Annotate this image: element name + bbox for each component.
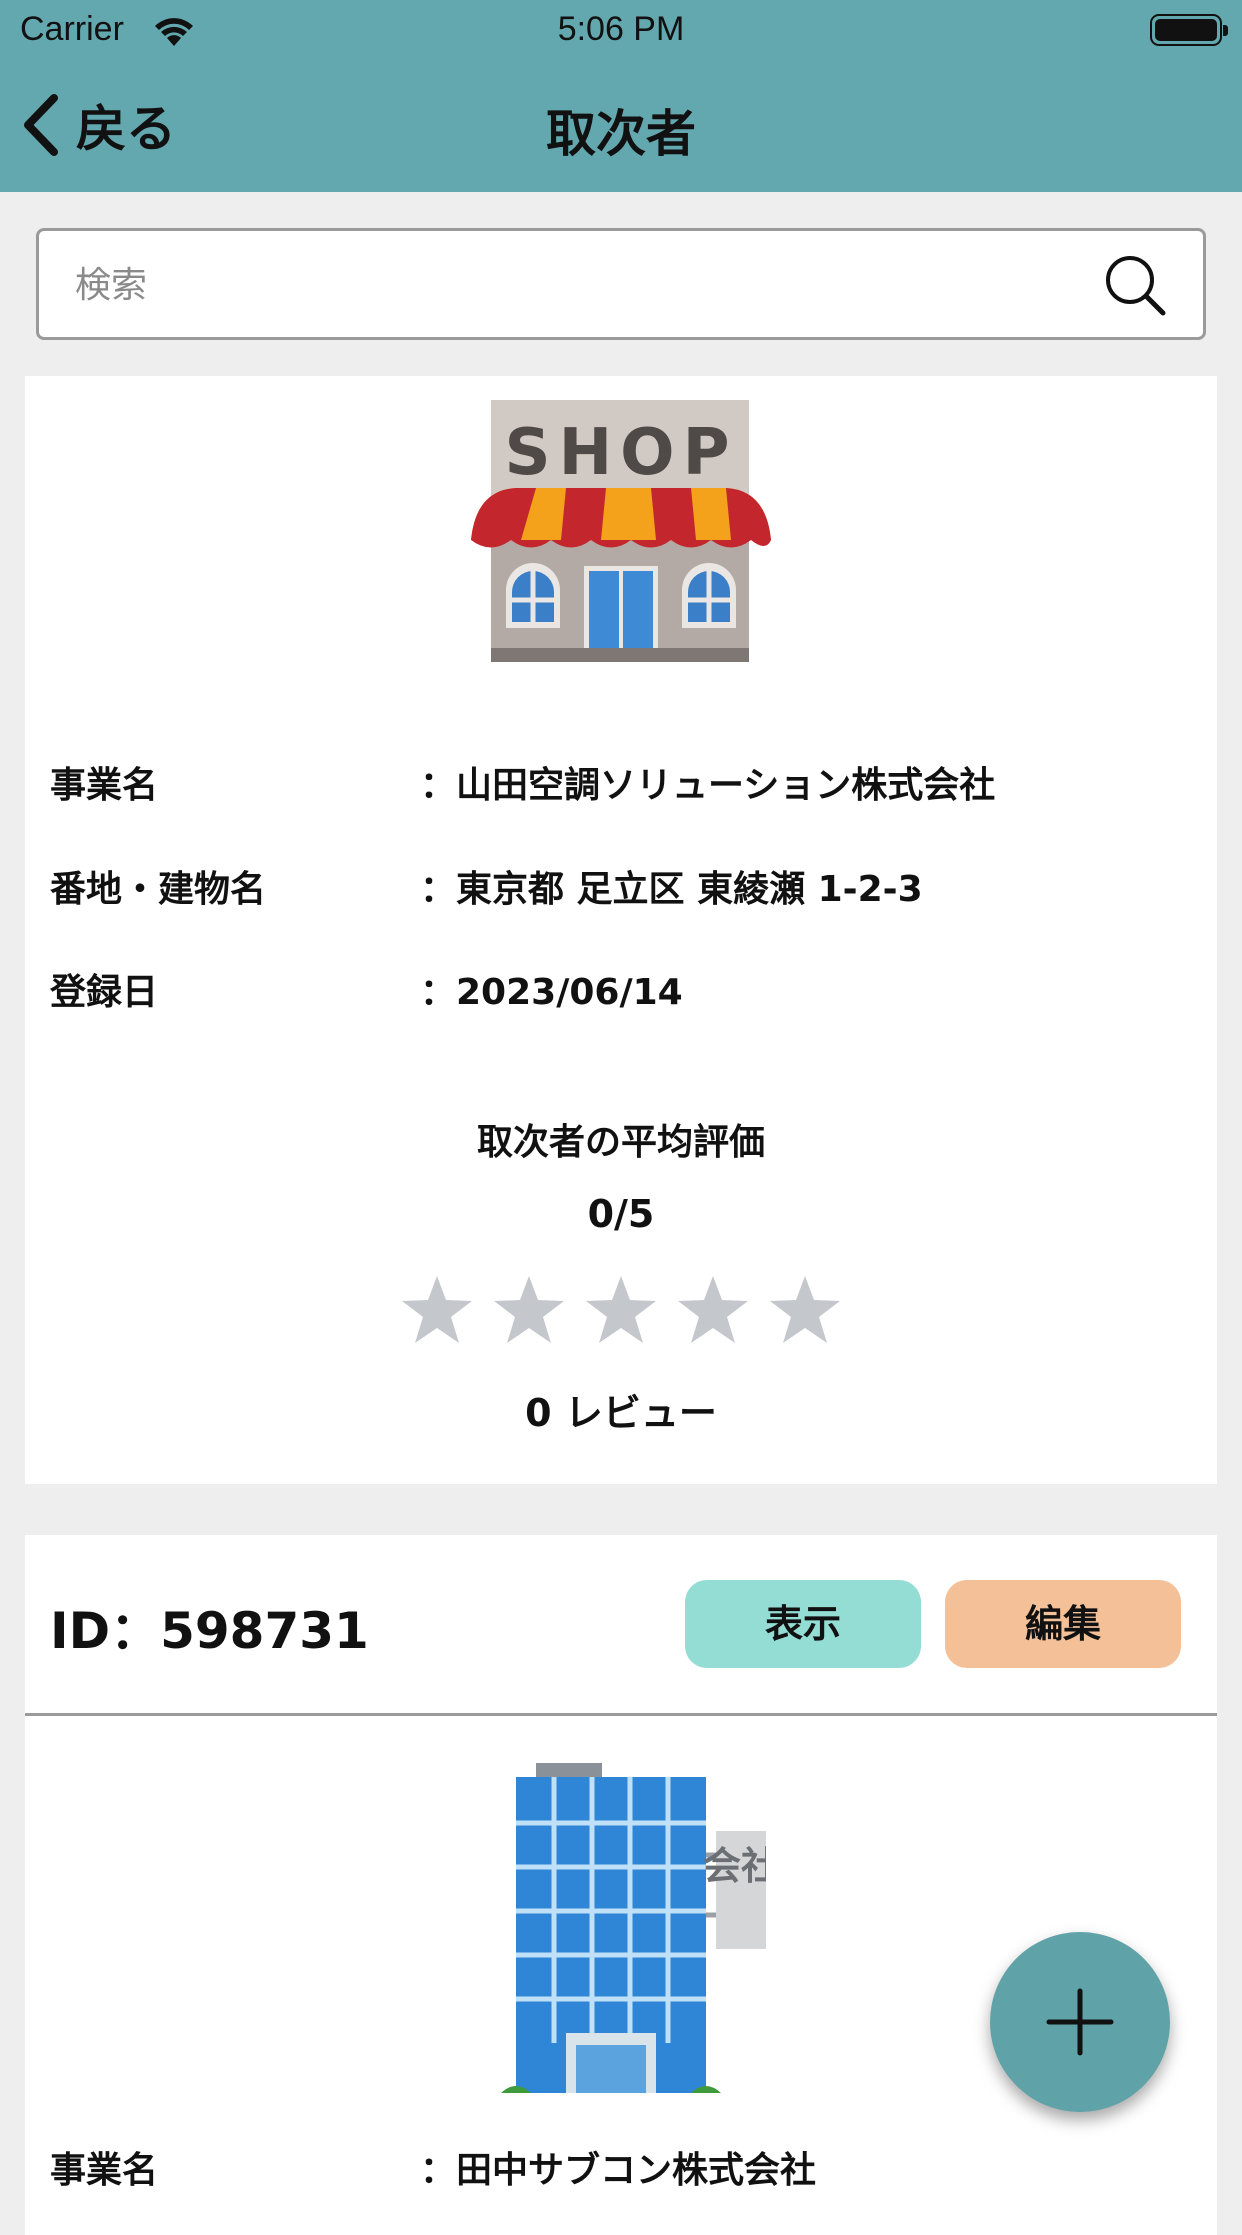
plus-icon <box>1046 1988 1114 2056</box>
registered-label: 登録日 <box>50 972 159 1013</box>
status-time: 5:06 PM <box>557 10 685 48</box>
search-bar <box>36 228 1206 340</box>
star-icon <box>494 1276 564 1343</box>
rating-score: 0/5 <box>587 1192 655 1236</box>
star-rating <box>25 1274 1217 1346</box>
shop-sign-text: SHOP <box>505 416 738 490</box>
building-sign-text: 会社 <box>703 1844 766 1888</box>
registered-value: ：2023/06/14 <box>420 972 683 1013</box>
search-input[interactable] <box>73 231 1077 339</box>
star-icon <box>678 1276 748 1343</box>
search-icon[interactable] <box>1103 253 1167 317</box>
address-value: ：東京都 足立区 東綾瀬 1-2-3 <box>420 869 923 910</box>
star-icon <box>770 1276 840 1343</box>
status-bar: Carrier 5:06 PM <box>0 0 1242 62</box>
edit-button[interactable]: 編集 <box>945 1580 1181 1668</box>
star-icon <box>586 1276 656 1343</box>
address-row: 番地・建物名 ：東京都 足立区 東綾瀬 1-2-3 <box>50 860 1200 920</box>
rating-title: 取次者の平均評価 <box>476 1122 765 1163</box>
divider <box>25 1713 1217 1716</box>
registered-row: 登録日 ：2023/06/14 <box>50 963 1200 1023</box>
star-icon <box>402 1276 472 1343</box>
shop-illustration: SHOP <box>25 390 1217 674</box>
view-button[interactable]: 表示 <box>685 1580 921 1668</box>
business-name-row: 事業名 ：山田空調ソリューション株式会社 <box>50 756 1200 816</box>
business-name-label: 事業名 <box>50 2150 159 2191</box>
agent-card: ID：598731 表示 編集 会社 事業名 ：田中サブコン株式会社 <box>25 1535 1217 2235</box>
agent-card: SHOP 事業名 ：山田空調ソリューション株式会社 番地・建物名 ：東京都 足立… <box>25 376 1217 1484</box>
business-name-row: 事業名 ：田中サブコン株式会社 <box>50 2141 1200 2201</box>
nav-bar: 戻る 取次者 <box>0 62 1242 192</box>
address-label: 番地・建物名 <box>50 869 267 910</box>
app-header: Carrier 5:06 PM 戻る 取次者 <box>0 0 1242 192</box>
business-name-value: ：山田空調ソリューション株式会社 <box>420 765 996 806</box>
business-name-value: ：田中サブコン株式会社 <box>420 2150 817 2191</box>
review-count: 0 レビュー <box>525 1391 717 1435</box>
add-button[interactable] <box>990 1932 1170 2112</box>
agent-id: ID：598731 <box>50 1602 369 1660</box>
page-title: 取次者 <box>546 105 696 163</box>
battery-icon <box>1150 14 1228 46</box>
business-name-label: 事業名 <box>50 765 159 806</box>
